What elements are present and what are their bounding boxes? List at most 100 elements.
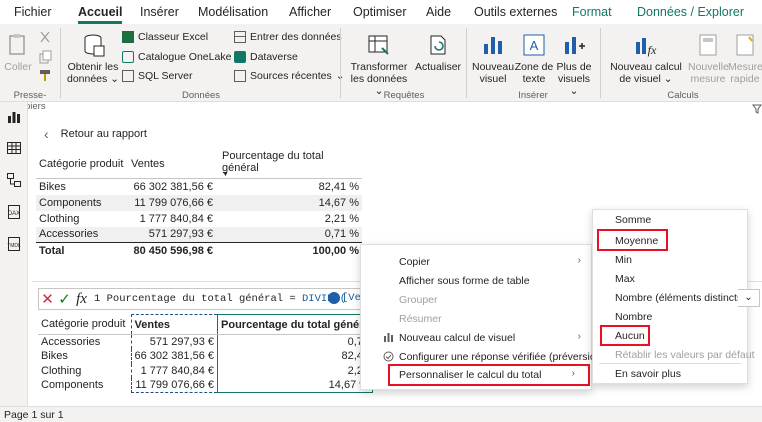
- formula-input[interactable]: 1 Pourcentage du total général = DIVIDE(: [90, 293, 346, 305]
- menu-item-grouper[interactable]: Grouper: [361, 291, 591, 309]
- tab-outils-externes[interactable]: Outils externes: [474, 5, 557, 19]
- excel-button[interactable]: Classeur Excel: [122, 31, 208, 43]
- grid-col-percent[interactable]: Pourcentage du total génér: [217, 314, 374, 335]
- get-data-button[interactable]: Obtenir les données ⌄: [66, 28, 120, 85]
- tab-modelisation[interactable]: Modélisation: [198, 5, 268, 19]
- enter-data-button[interactable]: Entrer des données: [234, 31, 342, 43]
- tab-optimiser[interactable]: Optimiser: [353, 5, 406, 19]
- report-view-icon[interactable]: [6, 108, 22, 124]
- commit-icon[interactable]: ✓: [56, 290, 73, 308]
- cut-icon[interactable]: [38, 30, 52, 44]
- menu-item-resumer[interactable]: Résumer: [361, 310, 591, 328]
- fx-icon: fx: [76, 290, 87, 307]
- tab-donnees-explorer[interactable]: Données / Explorer: [637, 5, 744, 19]
- chevron-left-icon: ‹: [44, 126, 49, 142]
- new-visual-button[interactable]: Nouveau visuel: [472, 28, 514, 85]
- excel-icon: [122, 31, 134, 43]
- refresh-button[interactable]: Actualiser: [414, 28, 462, 73]
- back-to-report-link[interactable]: ‹ Retour au rapport: [44, 126, 147, 142]
- view-rail: DAX TMDL: [0, 102, 28, 406]
- submenu-item-min[interactable]: Min: [615, 254, 632, 266]
- data-grid-header: Catégorie produit Ventes Pourcentage du …: [38, 314, 374, 335]
- table-row: Clothing 1 777 840,84 €2,21 %: [39, 212, 359, 225]
- tmdl-view-icon[interactable]: TMDL: [6, 236, 22, 252]
- menu-item-afficher-table[interactable]: Afficher sous forme de table: [361, 272, 591, 290]
- format-painter-icon[interactable]: [38, 68, 52, 82]
- menu-item-copier[interactable]: Copier ›: [361, 253, 591, 271]
- visual-calc-icon: [384, 333, 393, 342]
- table-row: Components 11 799 076,66 €14,67 %: [36, 194, 362, 211]
- col-header-sales[interactable]: Ventes: [128, 150, 216, 179]
- new-visual-calc-button[interactable]: fx Nouveau calcul de visuel ⌄: [604, 28, 688, 85]
- chevron-right-icon: ›: [577, 255, 581, 266]
- highlight-personnaliser-total: [388, 364, 590, 386]
- grid-col-sales[interactable]: Ventes: [130, 314, 219, 335]
- dataverse-icon: [234, 51, 246, 63]
- model-view-icon[interactable]: [6, 172, 22, 188]
- transform-data-icon: [368, 35, 389, 55]
- tab-fichier[interactable]: Fichier: [14, 5, 52, 19]
- textbox-button[interactable]: A Zone de texte: [514, 28, 554, 85]
- visual-table[interactable]: Catégorie produit Ventes Pourcentage du …: [36, 150, 362, 260]
- textbox-icon: A: [523, 34, 545, 56]
- formula-bar: ✕ ✓ fx 1 Pourcentage du total général = …: [38, 288, 368, 310]
- highlight-aucun: [600, 325, 650, 346]
- chevron-down-icon[interactable]: ⌄: [738, 289, 760, 307]
- paste-label: Coller: [4, 61, 32, 73]
- chevron-right-icon: ›: [577, 331, 581, 342]
- table-row: Bikes 66 302 381,56 €82,41: [38, 349, 374, 364]
- check-circle-icon: [383, 351, 394, 362]
- queries-group-label: Requêtes: [383, 90, 425, 101]
- table-row: Clothing 1 777 840,84 €2,21: [38, 363, 374, 378]
- menu-tabs: Fichier Accueil Insérer Modélisation Aff…: [0, 0, 762, 24]
- onelake-button[interactable]: Catalogue OneLake⌄: [122, 51, 244, 63]
- col-header-category[interactable]: Catégorie produit: [36, 150, 128, 179]
- collapse-chevron-icon[interactable]: [328, 292, 340, 304]
- submenu-item-nombre-distincts[interactable]: Nombre (éléments distincts): [615, 292, 746, 304]
- submenu-item-nombre[interactable]: Nombre: [615, 311, 652, 323]
- tab-inserer[interactable]: Insérer: [140, 5, 179, 19]
- tab-accueil[interactable]: Accueil: [78, 5, 123, 24]
- data-grid[interactable]: Catégorie produit Ventes Pourcentage du …: [38, 314, 374, 393]
- table-row: Components 11 799 076,66 €14,67 %: [38, 378, 374, 393]
- transform-data-button[interactable]: Transformer les données ⌄: [346, 28, 412, 97]
- recent-sources-icon: [234, 70, 246, 82]
- col-header-percent[interactable]: Pourcentage du total général ▼: [216, 150, 362, 179]
- submenu-item-somme[interactable]: Somme: [615, 214, 651, 226]
- svg-text:A: A: [530, 38, 539, 53]
- sql-server-button[interactable]: SQL Server: [122, 70, 192, 82]
- visual-table-header: Catégorie produit Ventes Pourcentage du …: [36, 150, 362, 179]
- cancel-icon[interactable]: ✕: [39, 290, 56, 308]
- tab-aide[interactable]: Aide: [426, 5, 451, 19]
- submenu-item-max[interactable]: Max: [615, 273, 635, 285]
- tab-format[interactable]: Format: [572, 5, 612, 19]
- filter-icon[interactable]: [752, 104, 762, 114]
- table-row: Accessories 571 297,93 €0,71: [38, 334, 374, 349]
- sql-server-icon: [122, 70, 134, 82]
- status-bar: Page 1 sur 1: [0, 406, 762, 422]
- menu-item-nouveau-calcul[interactable]: Nouveau calcul de visuel ›: [361, 329, 591, 347]
- submenu-item-retablir[interactable]: Rétablir les valeurs par défaut: [615, 349, 755, 361]
- more-visuals-button[interactable]: Plus de visuels ⌄: [554, 28, 594, 97]
- insert-group-label: Insérer: [518, 90, 548, 101]
- paste-button[interactable]: Coller: [2, 28, 34, 73]
- copy-icon[interactable]: [38, 50, 52, 64]
- dax-query-view-icon[interactable]: DAX: [6, 204, 22, 220]
- ribbon: Coller Presse-papiers Obtenir les donnée…: [0, 24, 762, 112]
- table-row: Bikes 66 302 381,56 €82,41 %: [39, 180, 359, 193]
- total-row: Total 80 450 596,98 €100,00 %: [36, 242, 362, 260]
- quick-measure-button[interactable]: Mesure rapide: [728, 28, 762, 85]
- table-row: Accessories 571 297,93 €0,71 %: [36, 226, 362, 243]
- new-measure-button[interactable]: Nouvelle mesure: [688, 28, 729, 85]
- calculator-icon: [699, 34, 717, 56]
- svg-text:fx: fx: [648, 43, 657, 57]
- submenu-divider: [599, 363, 741, 364]
- tab-afficher[interactable]: Afficher: [289, 5, 331, 19]
- submenu-item-en-savoir-plus[interactable]: En savoir plus: [615, 368, 681, 380]
- highlight-moyenne: [597, 229, 668, 251]
- dataverse-button[interactable]: Dataverse: [234, 51, 298, 63]
- table-view-icon[interactable]: [6, 140, 22, 156]
- quick-measure-icon: [736, 34, 754, 56]
- grid-col-category[interactable]: Catégorie produit: [38, 314, 131, 335]
- recent-sources-button[interactable]: Sources récentes⌄: [234, 70, 345, 82]
